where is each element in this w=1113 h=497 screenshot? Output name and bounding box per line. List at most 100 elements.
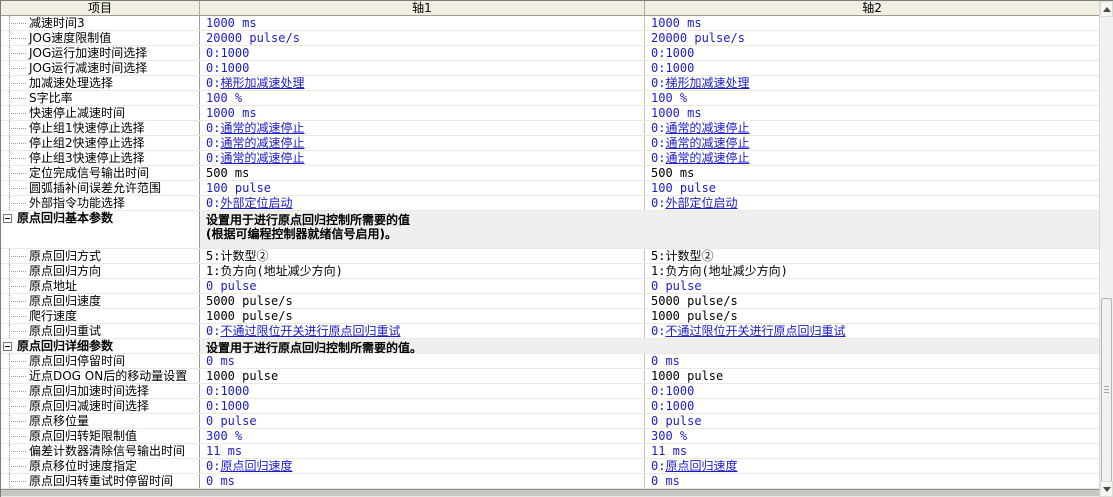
axis2-cell[interactable]: 1000 pulse [645,369,1099,383]
parameter-label-cell[interactable]: 减速时间3 [1,16,200,30]
axis1-cell[interactable]: 0:1000 [200,61,645,75]
axis1-value[interactable]: 0:梯形加减速处理 [206,76,304,90]
parameter-label[interactable]: JOG运行加速时间选择 [29,46,147,60]
axis2-cell[interactable]: 5:计数型② [645,249,1099,263]
axis1-cell[interactable]: 0 ms [200,354,645,368]
scroll-thumb[interactable] [1101,298,1112,482]
axis2-value[interactable]: 0:1000 [651,61,694,75]
axis2-cell[interactable]: 0 pulse [645,414,1099,428]
axis1-cell[interactable]: 1000 pulse/s [200,309,645,323]
parameter-label[interactable]: 圆弧插补间误差允许范围 [29,181,161,195]
axis2-value[interactable]: 1000 pulse/s [651,309,738,323]
axis2-value[interactable]: 0 pulse [651,414,702,428]
axis2-cell[interactable]: 0 ms [645,474,1099,488]
parameter-label-cell[interactable]: 原点回归加速时间选择 [1,384,200,398]
parameter-label-cell[interactable]: 近点DOG ON后的移动量设置 [1,369,200,383]
parameter-label[interactable]: 停止组2快速停止选择 [29,136,145,150]
parameter-label[interactable]: JOG运行减速时间选择 [29,61,147,75]
axis2-cell[interactable]: 0:1000 [645,46,1099,60]
axis1-value[interactable]: 5000 pulse/s [206,294,293,308]
axis2-value[interactable]: 0 ms [651,474,680,488]
axis1-cell[interactable]: 100 % [200,91,645,105]
axis2-value[interactable]: 0:1000 [651,399,694,413]
axis1-cell[interactable]: 5:计数型② [200,249,645,263]
section-label[interactable]: 原点回归基本参数 [17,211,113,225]
parameter-label-cell[interactable]: JOG速度限制值 [1,31,200,45]
parameter-label[interactable]: 定位完成信号输出时间 [29,166,149,180]
axis2-value[interactable]: 0:通常的减速停止 [651,136,749,150]
axis2-cell[interactable]: 100 % [645,91,1099,105]
axis2-value[interactable]: 0 pulse [651,279,702,293]
axis1-cell[interactable]: 5000 pulse/s [200,294,645,308]
axis1-cell[interactable]: 11 ms [200,444,645,458]
axis2-value[interactable]: 100 pulse [651,181,716,195]
axis1-cell[interactable]: 100 pulse [200,181,645,195]
axis1-value[interactable]: 0:通常的减速停止 [206,151,304,165]
parameter-label[interactable]: 原点回归停留时间 [29,354,125,368]
parameter-label-cell[interactable]: 原点回归减速时间选择 [1,399,200,413]
parameter-label-cell[interactable]: 停止组1快速停止选择 [1,121,200,135]
parameter-label[interactable]: 偏差计数器清除信号输出时间 [29,444,185,458]
axis2-value[interactable]: 0:1000 [651,46,694,60]
axis1-cell[interactable]: 0:1000 [200,46,645,60]
parameter-label-cell[interactable]: JOG运行加速时间选择 [1,46,200,60]
parameter-label-cell[interactable]: 爬行速度 [1,309,200,323]
axis2-cell[interactable]: 0:通常的减速停止 [645,136,1099,150]
axis1-value[interactable]: 0 ms [206,354,235,368]
axis1-cell[interactable]: 0:原点回归速度 [200,459,645,473]
axis2-value[interactable]: 5000 pulse/s [651,294,738,308]
axis1-value[interactable]: 0:1000 [206,399,249,413]
axis2-cell[interactable]: 300 % [645,429,1099,443]
axis2-value[interactable]: 0:通常的减速停止 [651,151,749,165]
axis2-value[interactable]: 1000 ms [651,16,702,30]
parameter-label-cell[interactable]: 停止组3快速停止选择 [1,151,200,165]
axis2-value[interactable]: 0:通常的减速停止 [651,121,749,135]
parameter-label[interactable]: 原点移位时速度指定 [29,459,137,473]
parameter-label-cell[interactable]: 原点回归停留时间 [1,354,200,368]
parameter-label-cell[interactable]: 快速停止减速时间 [1,106,200,120]
axis2-value[interactable]: 0 ms [651,354,680,368]
axis2-cell[interactable]: 1:负方向(地址减少方向) [645,264,1099,278]
vertical-scrollbar[interactable] [1099,1,1113,497]
axis2-value[interactable]: 0:1000 [651,384,694,398]
parameter-label[interactable]: 原点回归方向 [29,264,101,278]
axis1-value[interactable]: 0:通常的减速停止 [206,121,304,135]
axis2-cell[interactable]: 1000 ms [645,106,1099,120]
axis2-value[interactable]: 1:负方向(地址减少方向) [651,264,788,278]
axis1-value[interactable]: 0:外部定位启动 [206,196,292,210]
axis1-value[interactable]: 1000 ms [206,106,257,120]
parameter-label-cell[interactable]: 外部指令功能选择 [1,196,200,210]
axis1-value[interactable]: 1000 pulse [206,369,278,383]
parameter-label-cell[interactable]: 原点回归方式 [1,249,200,263]
parameter-label[interactable]: 原点回归减速时间选择 [29,399,149,413]
parameter-label[interactable]: 停止组3快速停止选择 [29,151,145,165]
axis2-cell[interactable]: 0:通常的减速停止 [645,151,1099,165]
parameter-label[interactable]: 近点DOG ON后的移动量设置 [29,369,187,383]
parameter-label[interactable]: 原点回归加速时间选择 [29,384,149,398]
parameter-label[interactable]: 原点地址 [29,279,77,293]
axis2-cell[interactable]: 20000 pulse/s [645,31,1099,45]
axis1-value[interactable]: 0:1000 [206,46,249,60]
collapse-toggle-minus-icon[interactable] [3,214,12,223]
axis2-value[interactable]: 1000 pulse [651,369,723,383]
axis2-cell[interactable]: 1000 ms [645,16,1099,30]
axis2-cell[interactable]: 1000 pulse/s [645,309,1099,323]
parameter-label-cell[interactable]: 原点移位时速度指定 [1,459,200,473]
parameter-label-cell[interactable]: 原点回归转矩限制值 [1,429,200,443]
parameter-label[interactable]: 原点回归速度 [29,294,101,308]
axis1-cell[interactable]: 0 ms [200,474,645,488]
axis1-value[interactable]: 100 pulse [206,181,271,195]
axis2-value[interactable]: 100 % [651,91,687,105]
parameter-label[interactable]: 快速停止减速时间 [29,106,125,120]
axis2-cell[interactable]: 0:外部定位启动 [645,196,1099,210]
axis2-cell[interactable]: 100 pulse [645,181,1099,195]
parameter-label-cell[interactable]: JOG运行减速时间选择 [1,61,200,75]
axis2-value[interactable]: 300 % [651,429,687,443]
axis2-cell[interactable]: 500 ms [645,166,1099,180]
axis1-value[interactable]: 0:1000 [206,384,249,398]
section-label[interactable]: 原点回归详细参数 [17,339,113,353]
axis1-cell[interactable]: 20000 pulse/s [200,31,645,45]
axis2-cell[interactable]: 0:梯形加减速处理 [645,76,1099,90]
parameter-label[interactable]: 加减速处理选择 [29,76,113,90]
axis1-value[interactable]: 0 ms [206,474,235,488]
